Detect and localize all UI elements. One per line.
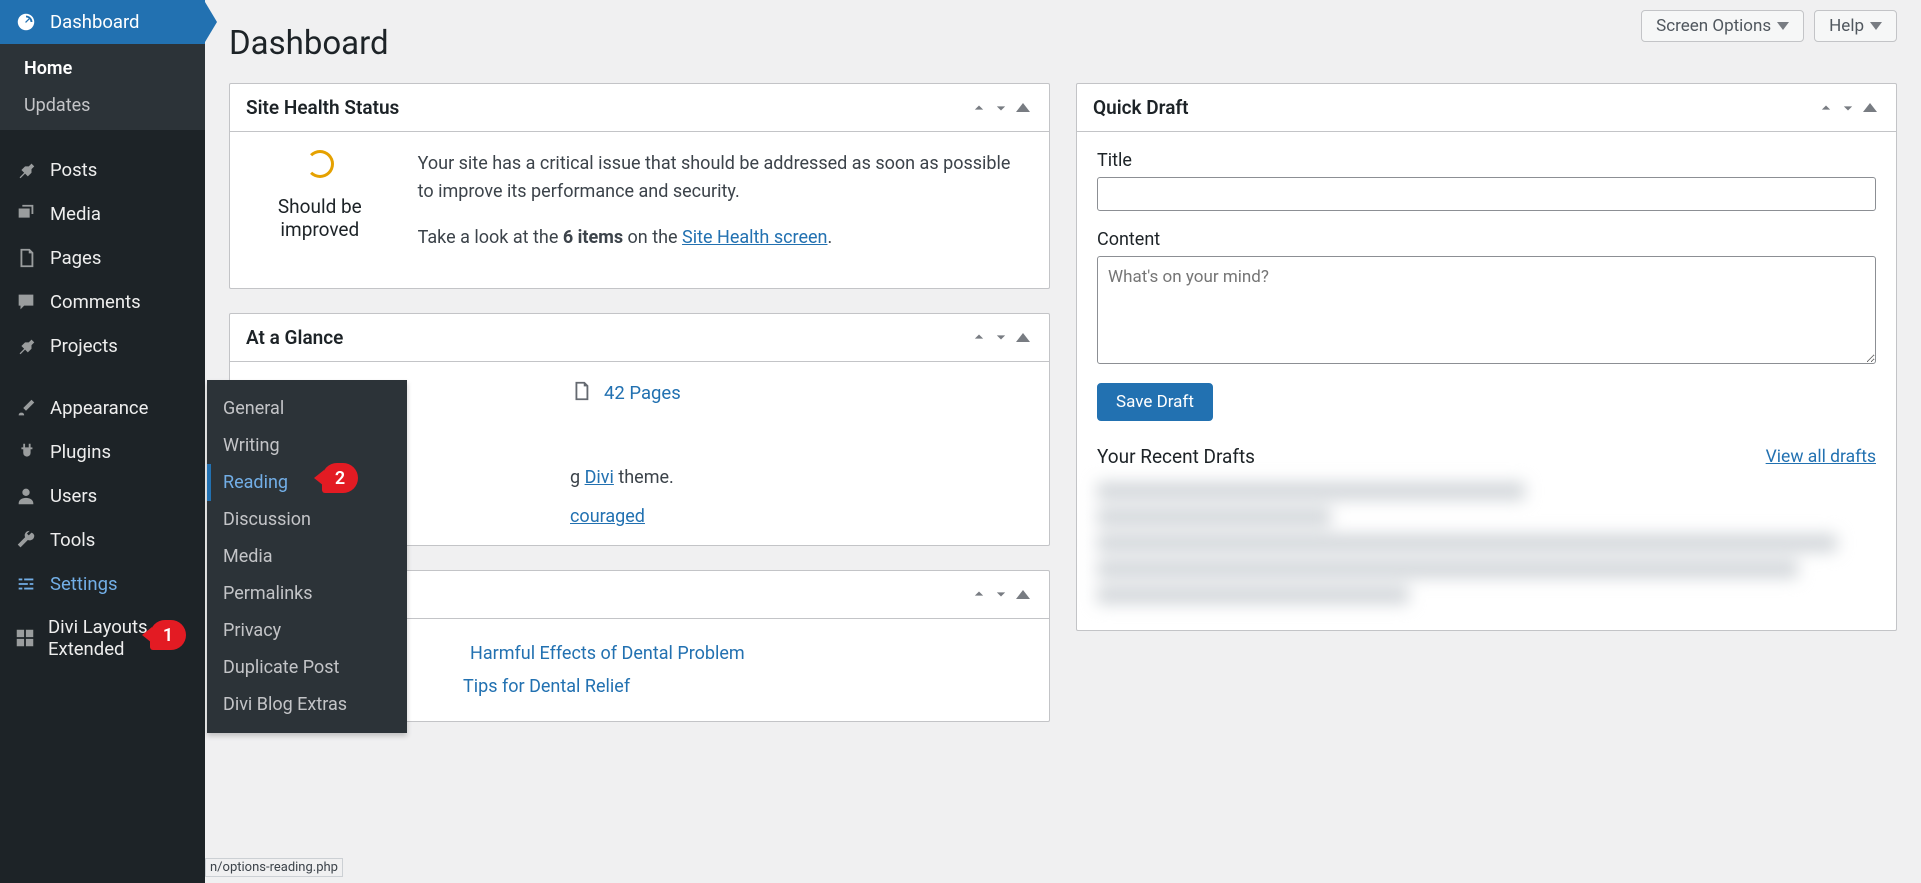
flyout-item-writing[interactable]: Writing	[207, 427, 407, 464]
sidebar-item-settings[interactable]: Settings	[0, 562, 205, 606]
toggle-icon[interactable]	[1013, 327, 1033, 347]
grid-icon	[14, 626, 36, 650]
move-up-icon[interactable]	[969, 98, 989, 118]
sidebar-label: Projects	[50, 335, 118, 357]
settings-flyout: General Writing Reading Discussion Media…	[207, 380, 407, 733]
sidebar-label: Dashboard	[50, 11, 139, 33]
site-health-box: Site Health Status Should be improved	[229, 83, 1050, 289]
quick-draft-box: Quick Draft Title Content Save Draft	[1076, 83, 1897, 631]
toggle-icon[interactable]	[1860, 98, 1880, 118]
help-label: Help	[1829, 16, 1864, 36]
sidebar-item-users[interactable]: Users	[0, 474, 205, 518]
callout-badge-1: 1	[150, 620, 186, 650]
sidebar-subitem-home[interactable]: Home	[0, 50, 205, 87]
sidebar-label: Settings	[50, 573, 118, 595]
draft-title-input[interactable]	[1097, 177, 1876, 211]
activity-link[interactable]: Harmful Effects of Dental Problem	[470, 643, 745, 664]
site-health-link[interactable]: Site Health screen	[682, 227, 827, 248]
gauge-icon	[14, 10, 38, 34]
draft-content-textarea[interactable]	[1097, 256, 1876, 364]
quick-draft-title: Quick Draft	[1093, 96, 1189, 119]
health-status-label: Should be improved	[250, 195, 390, 241]
callout-badge-2: 2	[322, 463, 358, 493]
view-all-drafts-link[interactable]: View all drafts	[1766, 447, 1876, 467]
move-down-icon[interactable]	[991, 327, 1011, 347]
flyout-item-divi-blog-extras[interactable]: Divi Blog Extras	[207, 686, 407, 723]
sidebar-label: Users	[50, 485, 97, 507]
sidebar-item-projects[interactable]: Projects	[0, 324, 205, 368]
chevron-down-icon	[1777, 22, 1789, 30]
flyout-item-media[interactable]: Media	[207, 538, 407, 575]
blurred-drafts	[1097, 482, 1876, 604]
help-button[interactable]: Help	[1814, 10, 1897, 42]
pin-icon	[14, 158, 38, 182]
sidebar-label: Posts	[50, 159, 97, 181]
main-content: Screen Options Help Dashboard Site Healt…	[205, 0, 1921, 883]
save-draft-button[interactable]: Save Draft	[1097, 383, 1213, 421]
media-icon	[14, 202, 38, 226]
move-up-icon[interactable]	[969, 327, 989, 347]
chevron-down-icon	[1870, 22, 1882, 30]
toggle-icon[interactable]	[1013, 98, 1033, 118]
health-text-2: Take a look at the 6 items on the Site H…	[418, 224, 1029, 252]
admin-sidebar: Dashboard Home Updates Posts Media Pages…	[0, 0, 205, 883]
move-up-icon[interactable]	[969, 584, 989, 604]
pin-icon	[14, 334, 38, 358]
dashboard-submenu: Home Updates	[0, 44, 205, 130]
sidebar-item-posts[interactable]: Posts	[0, 148, 205, 192]
theme-link[interactable]: Divi	[585, 467, 614, 488]
toggle-icon[interactable]	[1013, 584, 1033, 604]
flyout-item-general[interactable]: General	[207, 390, 407, 427]
sidebar-label: Tools	[50, 529, 95, 551]
pages-icon	[14, 246, 38, 270]
draft-content-label: Content	[1097, 229, 1876, 250]
screen-options-label: Screen Options	[1656, 16, 1771, 36]
sidebar-subitem-updates[interactable]: Updates	[0, 87, 205, 124]
screen-options-button[interactable]: Screen Options	[1641, 10, 1804, 42]
sidebar-item-plugins[interactable]: Plugins	[0, 430, 205, 474]
glance-theme-line: g Divi theme.	[570, 467, 1029, 488]
sidebar-item-comments[interactable]: Comments	[0, 280, 205, 324]
move-down-icon[interactable]	[1838, 98, 1858, 118]
comments-icon	[14, 290, 38, 314]
move-down-icon[interactable]	[991, 584, 1011, 604]
draft-title-label: Title	[1097, 150, 1876, 171]
plug-icon	[14, 440, 38, 464]
glance-title: At a Glance	[246, 326, 343, 349]
move-down-icon[interactable]	[991, 98, 1011, 118]
recent-drafts-heading: Your Recent Drafts	[1097, 445, 1255, 468]
site-health-title: Site Health Status	[246, 96, 399, 119]
sidebar-label: Plugins	[50, 441, 111, 463]
flyout-item-privacy[interactable]: Privacy	[207, 612, 407, 649]
flyout-item-reading[interactable]: Reading	[207, 464, 407, 501]
wrench-icon	[14, 528, 38, 552]
sidebar-item-pages[interactable]: Pages	[0, 236, 205, 280]
activity-link[interactable]: Tips for Dental Relief	[463, 676, 630, 697]
glance-pages-link[interactable]: 42 Pages	[604, 382, 681, 404]
sidebar-item-appearance[interactable]: Appearance	[0, 386, 205, 430]
flyout-item-duplicate-post[interactable]: Duplicate Post	[207, 649, 407, 686]
health-text-1: Your site has a critical issue that shou…	[418, 150, 1029, 206]
encouraged-link[interactable]: couraged	[570, 506, 645, 527]
sliders-icon	[14, 572, 38, 596]
flyout-item-permalinks[interactable]: Permalinks	[207, 575, 407, 612]
brush-icon	[14, 396, 38, 420]
pages-icon	[570, 380, 592, 407]
spinner-icon	[306, 150, 334, 178]
sidebar-item-tools[interactable]: Tools	[0, 518, 205, 562]
flyout-item-discussion[interactable]: Discussion	[207, 501, 407, 538]
sidebar-label: Media	[50, 203, 101, 225]
sidebar-label: Appearance	[50, 397, 148, 419]
sidebar-item-media[interactable]: Media	[0, 192, 205, 236]
sidebar-item-dashboard[interactable]: Dashboard	[0, 0, 205, 44]
move-up-icon[interactable]	[1816, 98, 1836, 118]
user-icon	[14, 484, 38, 508]
sidebar-label: Pages	[50, 247, 101, 269]
sidebar-label: Comments	[50, 291, 141, 313]
